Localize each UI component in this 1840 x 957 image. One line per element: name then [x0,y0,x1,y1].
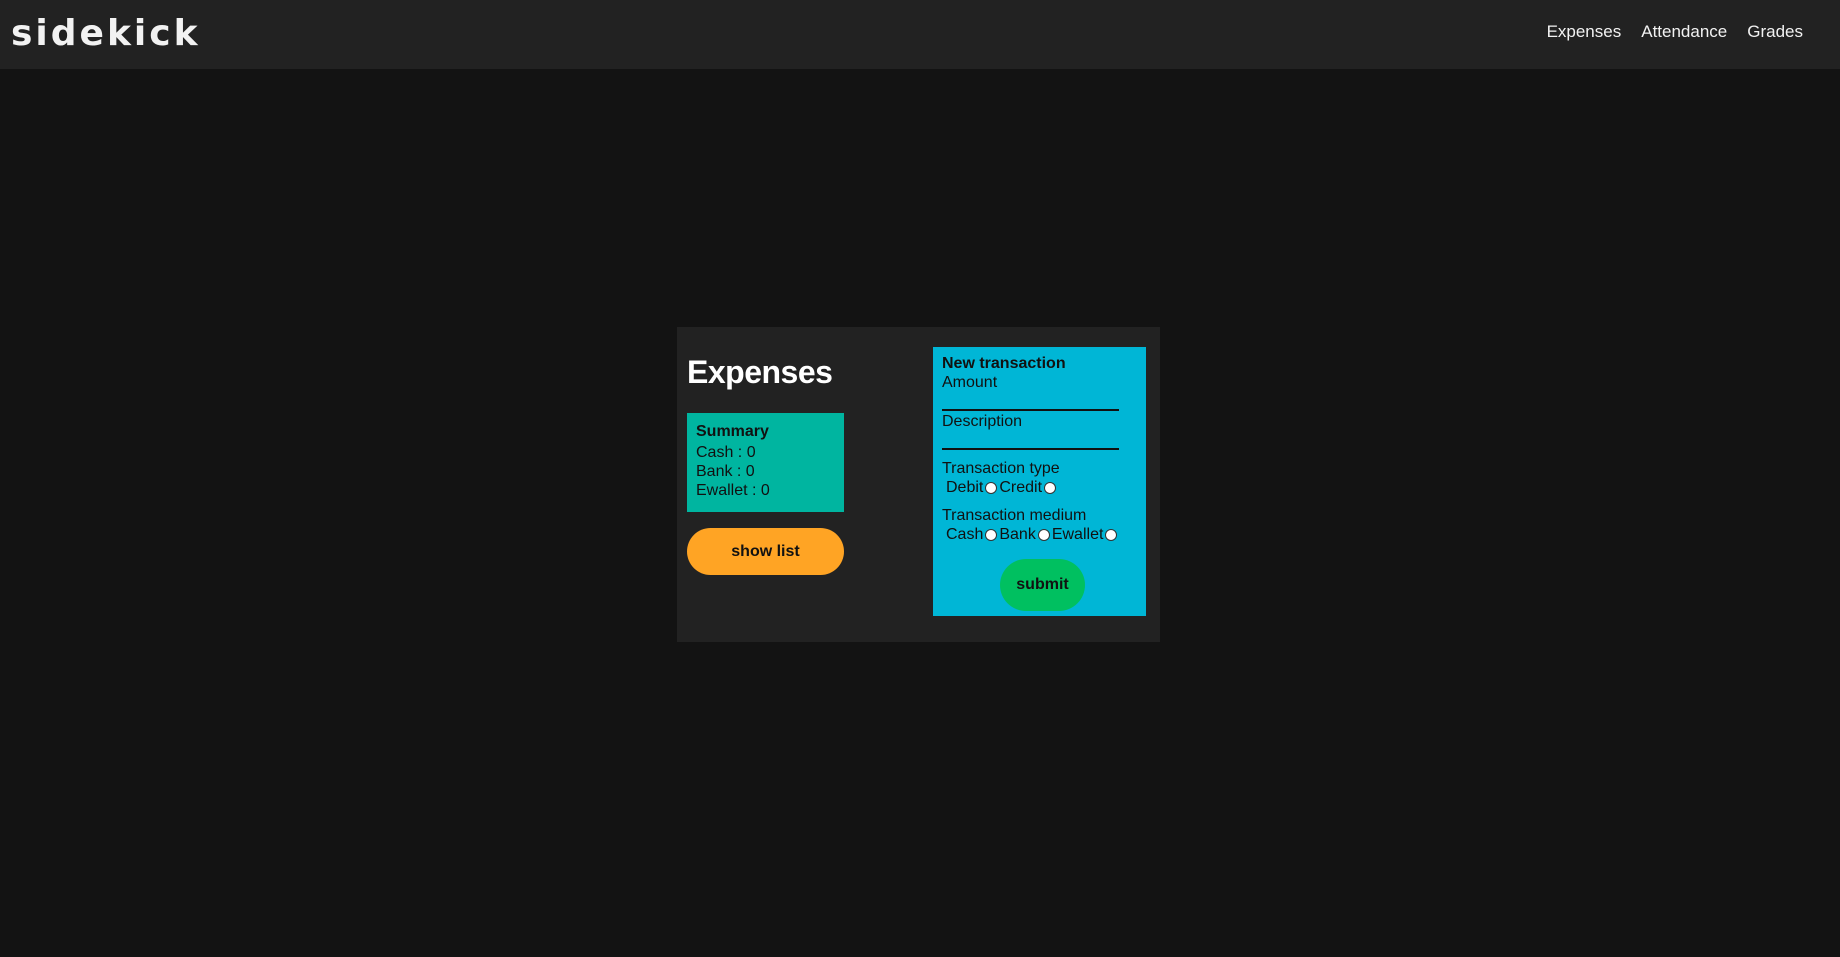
medium-option-ewallet: Ewallet [1052,525,1118,544]
summary-ewallet: Ewallet : 0 [696,482,770,499]
debit-label: Debit [946,479,984,496]
brand-logo[interactable]: sidekick [11,13,201,54]
bank-label: Bank [999,526,1036,543]
type-option-debit: Debit [946,478,998,497]
nav-link-attendance[interactable]: Attendance [1641,22,1727,42]
submit-button[interactable]: submit [1000,559,1085,611]
type-option-credit: Credit [999,478,1057,497]
description-label: Description [942,413,1023,430]
nav-link-grades[interactable]: Grades [1747,22,1803,42]
bank-radio[interactable] [1037,528,1050,541]
show-list-button[interactable]: show list [687,528,844,575]
cash-label: Cash [946,526,984,543]
page-title: Expenses [687,354,833,390]
amount-input[interactable] [942,393,1119,411]
debit-radio[interactable] [985,481,998,494]
new-transaction-form: New transaction Amount Description Trans… [933,347,1146,616]
description-input[interactable] [942,432,1119,450]
summary-bank: Bank : 0 [696,463,755,480]
summary-cash: Cash : 0 [696,444,756,461]
transaction-medium-options: Cash Bank Ewallet [942,525,1137,544]
summary-title: Summary [696,423,769,440]
cash-radio[interactable] [985,528,998,541]
amount-label: Amount [942,374,998,391]
transaction-type-options: Debit Credit [942,478,1137,497]
transaction-medium-label: Transaction medium [942,507,1087,524]
top-navbar: sidekick Expenses Attendance Grades [0,0,1840,69]
nav-link-expenses[interactable]: Expenses [1547,22,1622,42]
medium-option-bank: Bank [999,525,1050,544]
summary-box: Summary Cash : 0 Bank : 0 Ewallet : 0 [687,413,844,512]
ewallet-radio[interactable] [1105,528,1118,541]
ewallet-label: Ewallet [1051,526,1104,543]
new-transaction-title: New transaction [942,355,1066,372]
medium-option-cash: Cash [946,525,998,544]
nav-links: Expenses Attendance Grades [1547,22,1803,42]
transaction-type-label: Transaction type [942,460,1060,477]
credit-radio[interactable] [1044,481,1057,494]
credit-label: Credit [999,479,1043,496]
expenses-card: Expenses Summary Cash : 0 Bank : 0 Ewall… [677,327,1160,642]
